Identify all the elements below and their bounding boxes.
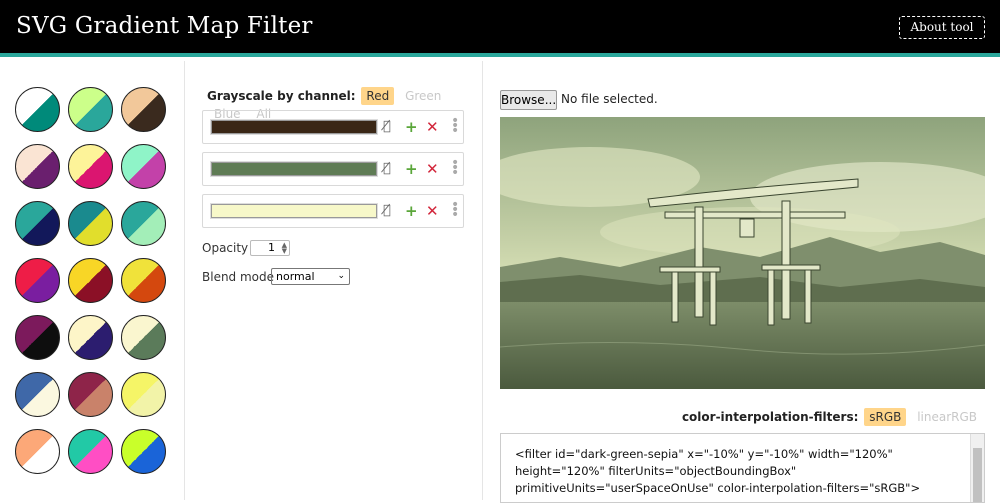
preset-swatch[interactable] bbox=[15, 144, 60, 189]
preview-panel: Browse... No file selected. color-interp… bbox=[483, 61, 1000, 503]
spinner-icon[interactable]: ▲ ▼ bbox=[282, 242, 287, 255]
browse-file-button[interactable]: Browse... bbox=[500, 90, 557, 110]
filter-code-output[interactable]: <filter id="dark-green-sepia" x="-10%" y… bbox=[500, 433, 985, 503]
preset-swatch[interactable] bbox=[68, 144, 113, 189]
preset-swatch[interactable] bbox=[121, 258, 166, 303]
scrollbar-thumb[interactable] bbox=[973, 448, 982, 502]
drag-handle-icon[interactable]: • • • bbox=[451, 156, 459, 180]
preset-panel bbox=[0, 61, 185, 500]
color-interpolation-label: color-interpolation-filters: bbox=[681, 410, 859, 424]
preset-swatch[interactable] bbox=[68, 258, 113, 303]
color-stop-1-swatch[interactable] bbox=[210, 119, 378, 135]
channel-green-button[interactable]: Green bbox=[400, 87, 446, 105]
preview-image bbox=[500, 117, 985, 389]
preset-swatch[interactable] bbox=[121, 144, 166, 189]
srgb-button[interactable]: sRGB bbox=[864, 408, 907, 426]
preset-swatch[interactable] bbox=[68, 429, 113, 474]
plus-icon[interactable]: + bbox=[405, 160, 418, 178]
channel-red-button[interactable]: Red bbox=[361, 87, 395, 105]
preset-swatch[interactable] bbox=[121, 372, 166, 417]
preset-swatch[interactable] bbox=[68, 87, 113, 132]
color-stop-3-swatch[interactable] bbox=[210, 203, 378, 219]
preset-swatch[interactable] bbox=[121, 201, 166, 246]
opacity-input[interactable]: 1 ▲ ▼ bbox=[250, 240, 290, 256]
preset-swatch[interactable] bbox=[15, 258, 60, 303]
linearrgb-button[interactable]: linearRGB bbox=[912, 408, 982, 426]
close-icon[interactable]: ✕ bbox=[426, 160, 439, 178]
color-stop-2-swatch[interactable] bbox=[210, 161, 378, 177]
blend-mode-select[interactable]: normal ⌄ bbox=[271, 268, 350, 285]
close-icon[interactable]: ✕ bbox=[426, 202, 439, 220]
blend-mode-value: normal bbox=[276, 270, 315, 283]
preset-swatch[interactable] bbox=[68, 372, 113, 417]
close-icon[interactable]: ✕ bbox=[426, 118, 439, 136]
preset-swatch[interactable] bbox=[121, 87, 166, 132]
about-tool-button[interactable]: About tool bbox=[899, 16, 985, 39]
file-status: No file selected. bbox=[561, 92, 658, 106]
preset-swatch[interactable] bbox=[15, 372, 60, 417]
color-stop-2: 👁̸ + ✕ • • • bbox=[202, 152, 464, 186]
eye-off-icon[interactable]: 👁̸ bbox=[383, 160, 391, 178]
preset-swatch[interactable] bbox=[15, 429, 60, 474]
color-stop-1: 👁̸ + ✕ • • • bbox=[202, 110, 464, 144]
drag-handle-icon[interactable]: • • • bbox=[451, 198, 459, 222]
eye-off-icon[interactable]: 👁̸ bbox=[383, 118, 391, 136]
page-title: SVG Gradient Map Filter bbox=[16, 13, 313, 39]
filter-code-text: <filter id="dark-green-sepia" x="-10%" y… bbox=[515, 447, 921, 495]
code-scrollbar[interactable] bbox=[970, 434, 984, 502]
color-stop-3: 👁̸ + ✕ • • • bbox=[202, 194, 464, 228]
channel-label: Grayscale by channel: bbox=[207, 89, 356, 103]
preset-swatch[interactable] bbox=[15, 315, 60, 360]
preset-swatch[interactable] bbox=[121, 429, 166, 474]
opacity-value: 1 bbox=[268, 241, 275, 254]
preset-swatch[interactable] bbox=[68, 315, 113, 360]
app-header: SVG Gradient Map Filter About tool bbox=[0, 0, 1000, 57]
preset-swatch[interactable] bbox=[15, 87, 60, 132]
chevron-down-icon: ⌄ bbox=[337, 271, 345, 281]
drag-handle-icon[interactable]: • • • bbox=[451, 114, 459, 138]
preset-swatch[interactable] bbox=[68, 201, 113, 246]
eye-off-icon[interactable]: 👁̸ bbox=[383, 202, 391, 220]
blend-mode-label: Blend mode bbox=[202, 270, 275, 284]
preset-swatch[interactable] bbox=[15, 201, 60, 246]
preset-swatch[interactable] bbox=[121, 315, 166, 360]
gradient-editor-panel: Grayscale by channel: Red Green Blue All… bbox=[185, 61, 483, 500]
plus-icon[interactable]: + bbox=[405, 202, 418, 220]
color-interpolation-selector: color-interpolation-filters: sRGB linear… bbox=[682, 408, 982, 426]
opacity-label: Opacity bbox=[202, 241, 249, 255]
plus-icon[interactable]: + bbox=[405, 118, 418, 136]
